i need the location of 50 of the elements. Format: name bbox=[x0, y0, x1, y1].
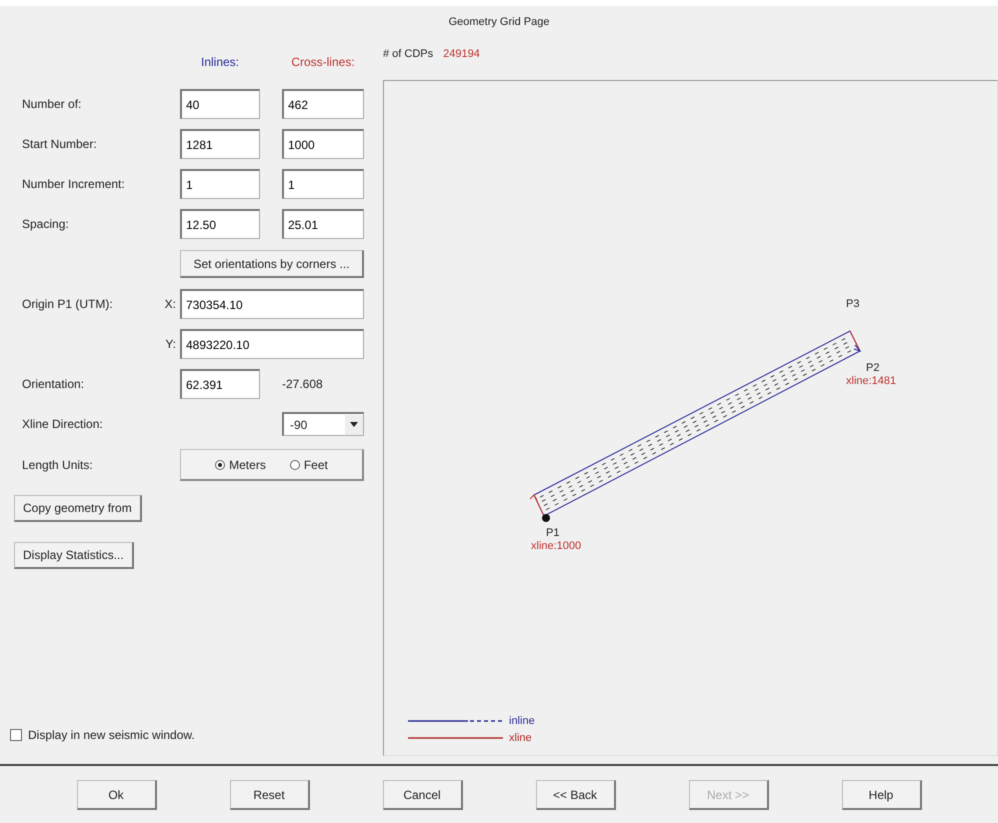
wizard-button[interactable]: Cancel bbox=[382, 780, 462, 810]
point-label: P2 bbox=[866, 362, 880, 374]
legend-label: inline bbox=[509, 714, 535, 727]
xline-label: xline:1481 bbox=[846, 374, 896, 387]
field-label: Spacing: bbox=[22, 217, 70, 231]
field-label: Xline Direction: bbox=[22, 417, 104, 431]
input-field[interactable]: 1 bbox=[180, 169, 260, 199]
legend-label: xline bbox=[509, 732, 532, 744]
input-field[interactable]: 62.391 bbox=[180, 369, 260, 399]
field-label: Y: bbox=[164, 337, 177, 351]
side-button[interactable]: Display Statistics... bbox=[14, 542, 134, 569]
wizard-button[interactable]: << Back bbox=[536, 780, 616, 810]
field-label: Orientation: bbox=[22, 377, 86, 391]
field-label: Origin P1 (UTM): bbox=[22, 297, 114, 311]
field-label: Number Increment: bbox=[22, 177, 126, 191]
input-field[interactable]: 1 bbox=[282, 169, 364, 199]
input-field[interactable]: 4893220.10 bbox=[180, 329, 364, 359]
input-field[interactable]: 1281 bbox=[180, 129, 260, 159]
cdp-count: 249194 bbox=[443, 48, 480, 62]
checkbox[interactable] bbox=[10, 729, 22, 741]
radio-button[interactable] bbox=[215, 460, 226, 470]
field-label: Start Number: bbox=[22, 137, 98, 151]
wizard-button[interactable]: Reset bbox=[230, 780, 310, 810]
cdp-label: # of CDPs bbox=[383, 48, 434, 62]
column-header: Cross-lines: bbox=[290, 55, 356, 69]
field-label: X: bbox=[164, 297, 177, 311]
xline-label: xline:1000 bbox=[531, 540, 582, 552]
point-label: P3 bbox=[846, 298, 860, 310]
set-orientation-button[interactable]: Set orientations by corners ... bbox=[180, 250, 364, 278]
checkbox-label[interactable]: Display in new seismic window. bbox=[28, 728, 195, 742]
input-field[interactable]: 12.50 bbox=[180, 209, 260, 239]
column-header: Inlines: bbox=[200, 55, 240, 69]
orientation-value: -27.608 bbox=[282, 377, 324, 391]
caret-icon bbox=[350, 422, 358, 427]
input-field[interactable]: 730354.10 bbox=[180, 289, 364, 319]
input-field[interactable]: 462 bbox=[282, 89, 364, 119]
field-label: Number of: bbox=[22, 97, 82, 111]
input-field[interactable]: 1000 bbox=[282, 129, 364, 159]
radio-button[interactable] bbox=[290, 460, 300, 470]
wizard-button[interactable]: Help bbox=[842, 780, 922, 810]
direction-dropdown[interactable]: -90 bbox=[282, 412, 364, 436]
window-title: Geometry Grid Page bbox=[448, 15, 550, 30]
point-label: P1 bbox=[546, 526, 560, 539]
side-button[interactable]: Copy geometry from bbox=[14, 495, 142, 522]
radio-label[interactable]: Feet bbox=[304, 458, 328, 472]
input-field[interactable]: 25.01 bbox=[282, 209, 364, 239]
field-label: Length Units: bbox=[22, 458, 94, 472]
input-field[interactable]: 40 bbox=[180, 89, 260, 119]
wizard-button[interactable]: Ok bbox=[76, 780, 156, 810]
radio-label[interactable]: Meters bbox=[229, 458, 266, 472]
